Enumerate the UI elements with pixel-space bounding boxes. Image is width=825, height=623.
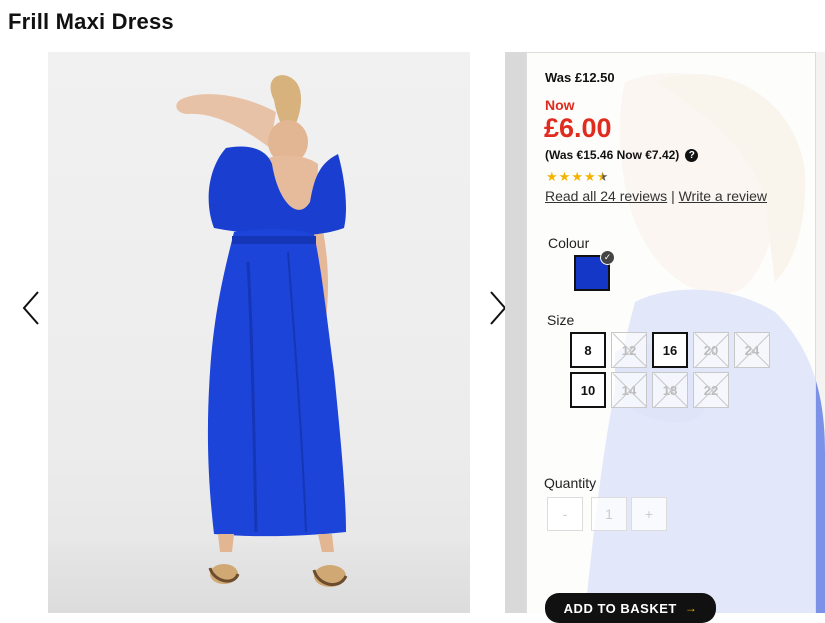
model-illustration bbox=[176, 75, 348, 587]
add-to-basket-button[interactable]: ADD TO BASKET → bbox=[545, 593, 716, 623]
star-icon: ★ bbox=[571, 169, 583, 184]
write-review-link[interactable]: Write a review bbox=[679, 188, 767, 204]
size-option-16[interactable]: 16 bbox=[652, 332, 688, 368]
quantity-increase-button[interactable]: + bbox=[631, 497, 667, 531]
euro-price-text: (Was €15.46 Now €7.42) bbox=[545, 148, 680, 162]
product-title: Frill Maxi Dress bbox=[8, 9, 174, 34]
size-option-18[interactable]: 18 bbox=[652, 372, 688, 408]
euro-price: (Was €15.46 Now €7.42) ? bbox=[545, 148, 699, 162]
size-option-12[interactable]: 12 bbox=[611, 332, 647, 368]
size-option-20[interactable]: 20 bbox=[693, 332, 729, 368]
size-label: Size bbox=[547, 312, 575, 328]
size-option-8[interactable]: 8 bbox=[570, 332, 606, 368]
colour-swatch-blue[interactable]: ✓ bbox=[574, 250, 615, 291]
star-icon: ★ bbox=[583, 169, 596, 184]
read-reviews-link[interactable]: Read all 24 reviews bbox=[545, 188, 667, 204]
was-price: Was £12.50 bbox=[545, 70, 615, 85]
size-option-10[interactable]: 10 bbox=[570, 372, 606, 408]
quantity-label: Quantity bbox=[544, 475, 597, 491]
star-icon: ★ bbox=[558, 169, 571, 184]
help-icon[interactable]: ? bbox=[685, 148, 699, 162]
check-icon: ✓ bbox=[600, 250, 615, 265]
product-image[interactable] bbox=[48, 52, 470, 613]
star-icon: ★ bbox=[546, 169, 558, 184]
reviews-separator: | bbox=[671, 188, 675, 204]
size-option-22[interactable]: 22 bbox=[693, 372, 729, 408]
chevron-left-icon bbox=[22, 291, 39, 325]
colour-label: Colour bbox=[548, 235, 590, 251]
half-star-icon: ★ bbox=[596, 169, 609, 184]
current-price: £6.00 bbox=[544, 113, 612, 143]
size-option-14[interactable]: 14 bbox=[611, 372, 647, 408]
size-option-24[interactable]: 24 bbox=[734, 332, 770, 368]
gallery-prev-button[interactable] bbox=[18, 285, 44, 331]
rating-stars: ★ ★ ★ ★ ★ bbox=[546, 169, 608, 185]
now-label: Now bbox=[545, 97, 575, 113]
quantity-input[interactable]: 1 bbox=[591, 497, 627, 531]
reviews-links: Read all 24 reviews | Write a review bbox=[545, 188, 767, 204]
quantity-decrease-button[interactable]: - bbox=[547, 497, 583, 531]
add-to-basket-label: ADD TO BASKET bbox=[563, 600, 677, 616]
